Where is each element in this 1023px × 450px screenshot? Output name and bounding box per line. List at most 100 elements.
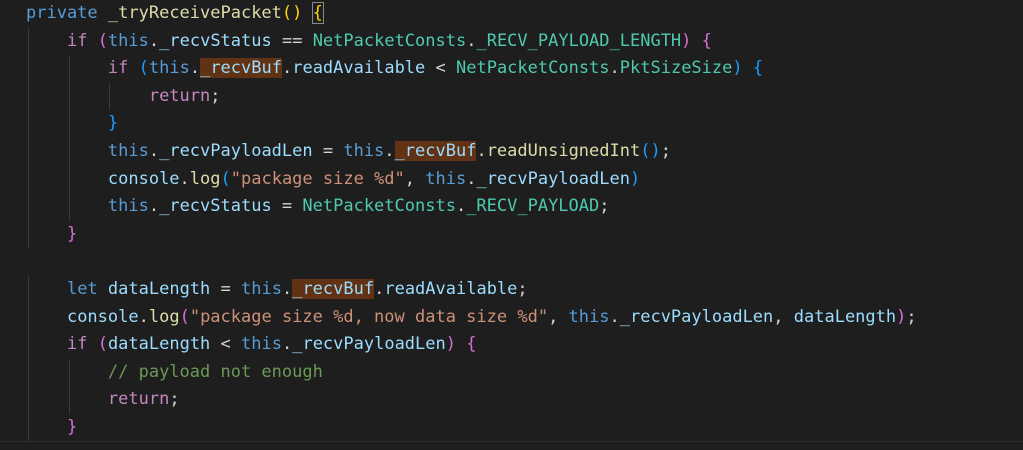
code-token: return	[107, 389, 170, 410]
code-token: ,	[773, 306, 794, 327]
code-token: this	[343, 140, 385, 161]
code-token: _RECV_PAYLOAD	[466, 196, 600, 217]
code-token: readAvailable	[384, 278, 518, 299]
code-token: this	[107, 196, 149, 217]
code-token: .	[281, 334, 293, 355]
code-token: ;	[517, 278, 528, 299]
code-token: NetPacketConsts	[456, 58, 610, 79]
code-token: )	[896, 306, 907, 327]
code-line[interactable]	[0, 248, 1023, 276]
code-line[interactable]: this._recvPayloadLen = this._recvBuf.rea…	[0, 137, 1023, 166]
code-line[interactable]: }	[0, 220, 1023, 249]
code-token: .	[466, 30, 477, 51]
code-line[interactable]: console.log("package size %d, now data s…	[0, 303, 1023, 332]
code-token: (	[97, 334, 108, 355]
code-token: ==	[271, 30, 313, 51]
code-token: _RECV_PAYLOAD_LENGTH	[476, 30, 682, 51]
indent-guide	[109, 82, 111, 111]
code-token: ;	[599, 196, 610, 217]
code-token: // payload not enough	[107, 361, 323, 382]
code-token: "package size %d"	[230, 168, 405, 189]
code-token: _recvPayloadLen	[292, 334, 446, 355]
code-token: .	[609, 306, 620, 327]
code-token: .	[374, 278, 385, 299]
code-token: .	[148, 196, 160, 217]
code-token: .	[148, 30, 160, 51]
indent-guide	[28, 110, 29, 138]
code-token: (	[138, 58, 149, 79]
indent-guide	[68, 193, 70, 221]
code-line[interactable]: private _tryReceivePacket() {	[0, 0, 1023, 28]
code-line[interactable]: if (this._recvBuf.readAvailable < NetPac…	[0, 55, 1023, 83]
code-token: =	[210, 278, 241, 299]
indent-guide	[68, 165, 70, 194]
code-token: NetPacketConsts	[312, 30, 467, 51]
code-token: <	[210, 334, 242, 355]
code-token: if	[107, 58, 129, 79]
code-token: _recvPayloadLen	[476, 168, 630, 189]
code-token: _recvBuf	[394, 140, 477, 161]
code-token: )	[445, 334, 456, 355]
code-token: .	[148, 140, 160, 161]
editor-bottom-divider	[0, 441, 1023, 442]
code-token: PktSizeSize	[619, 58, 733, 79]
code-token: (	[97, 30, 108, 51]
code-line[interactable]: if (dataLength < this._recvPayloadLen) {	[0, 331, 1023, 359]
code-token: private	[26, 3, 98, 23]
code-token: dataLength	[107, 334, 211, 355]
code-token: dataLength	[793, 306, 897, 327]
code-token: }	[107, 113, 119, 134]
code-token: <	[425, 58, 456, 79]
code-token: )	[732, 58, 743, 79]
indent-guide	[68, 358, 70, 387]
code-token: {	[311, 2, 324, 24]
code-line[interactable]: let dataLength = this._recvBuf.readAvail…	[0, 275, 1023, 304]
indent-guide	[28, 137, 29, 166]
code-token: {	[752, 58, 764, 79]
indent-guide	[28, 82, 29, 111]
code-token: NetPacketConsts	[302, 196, 456, 217]
code-line[interactable]: return;	[0, 82, 1023, 111]
indent-guide	[68, 386, 70, 414]
code-line[interactable]: console.log("package size %d", this._rec…	[0, 165, 1023, 194]
code-token: .	[476, 140, 487, 161]
code-token: "package size %d, now data size %d"	[189, 306, 549, 327]
code-line[interactable]: this._recvStatus = NetPacketConsts._RECV…	[0, 193, 1023, 221]
code-token: ;	[660, 140, 671, 161]
code-line[interactable]: if (this._recvStatus == NetPacketConsts.…	[0, 27, 1023, 56]
code-line[interactable]: }	[0, 110, 1023, 138]
code-token: .	[189, 58, 201, 79]
code-line[interactable]: // payload not enough	[0, 358, 1023, 387]
code-token: this	[425, 168, 467, 189]
code-token: readAvailable	[292, 58, 426, 79]
code-token: _recvPayloadLen	[619, 306, 774, 327]
indent-guide	[68, 82, 70, 111]
code-token: ;	[906, 306, 917, 327]
code-editor[interactable]: private _tryReceivePacket() { if (this._…	[0, 0, 1023, 450]
code-token: _recvStatus	[159, 196, 272, 217]
code-area[interactable]: private _tryReceivePacket() { if (this._…	[0, 0, 1023, 442]
code-token: .	[455, 196, 467, 217]
code-line[interactable]: }	[0, 413, 1023, 442]
code-token: let	[66, 278, 98, 299]
code-token: {	[701, 30, 712, 51]
code-token: ;	[210, 85, 221, 106]
code-line[interactable]: return;	[0, 386, 1023, 414]
code-token: {	[466, 334, 477, 355]
